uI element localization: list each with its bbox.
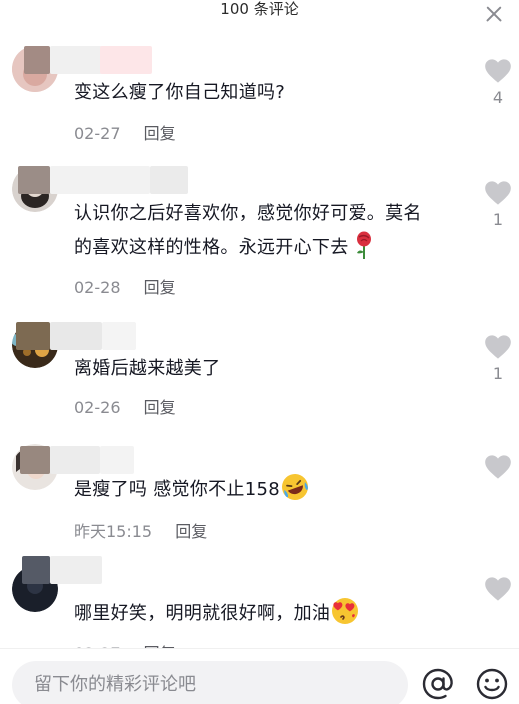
username-mask <box>18 166 50 194</box>
rofl-emoji <box>281 474 308 500</box>
like-control: 4 <box>481 58 515 107</box>
comment-text: 哪里好笑，明明就很好啊，加油 <box>74 596 464 630</box>
username-mask <box>102 322 136 350</box>
like-count: 1 <box>492 364 504 383</box>
username-mask <box>100 446 134 474</box>
comment-meta: 02-26 回复 <box>74 394 176 418</box>
comment-date: 02-26 <box>74 398 121 417</box>
username-mask <box>22 556 50 584</box>
emoji-picker-icon[interactable] <box>475 667 509 701</box>
comment-text: 变这么瘦了你自己知道吗? <box>74 82 286 103</box>
username-mask <box>20 446 50 474</box>
comment-text: 是瘦了吗 感觉你不止158 <box>74 472 464 506</box>
comment-text-line: 认识你之后好喜欢你，感觉你好可爱。莫名 <box>74 203 422 224</box>
at-mention-icon[interactable] <box>421 667 455 701</box>
like-control <box>481 576 515 606</box>
username-mask <box>16 322 50 350</box>
comment-text: 认识你之后好喜欢你，感觉你好可爱。莫名 的喜欢这样的性格。永远开心下去 <box>74 197 474 264</box>
comments-panel: 100 条评论 变这么瘦了你自己知道吗? 02-27 回复 4 认识你之后好喜欢… <box>0 0 519 704</box>
username-mask <box>50 556 102 584</box>
comment-date: 02-28 <box>74 278 121 297</box>
reply-button[interactable]: 回复 <box>175 518 207 542</box>
like-control: 1 <box>481 334 515 383</box>
comment-text-part: 哪里好笑，明明就很好啊，加油 <box>74 603 331 624</box>
username-mask <box>100 46 152 74</box>
reply-button[interactable]: 回复 <box>144 394 176 418</box>
comment-text: 离婚后越来越美了 <box>74 358 221 379</box>
like-control <box>481 454 515 484</box>
heart-icon[interactable] <box>484 576 512 602</box>
username-mask <box>24 46 50 74</box>
reply-button[interactable]: 回复 <box>144 274 176 298</box>
comment-count-title: 100 条评论 <box>220 0 299 18</box>
comment-text-part: 是瘦了吗 感觉你不止158 <box>74 479 280 500</box>
comment-meta: 02-27 回复 <box>74 120 176 144</box>
close-icon[interactable] <box>482 2 506 26</box>
rose-emoji <box>356 231 371 259</box>
heart-icon[interactable] <box>484 454 512 480</box>
reply-button[interactable]: 回复 <box>144 120 176 144</box>
comment-date: 02-27 <box>74 124 121 143</box>
username-mask <box>50 46 102 74</box>
username-mask <box>150 166 188 194</box>
comment-input-bar: 留下你的精彩评论吧 <box>0 648 519 704</box>
username-mask <box>50 166 150 194</box>
comment-text-line: 的喜欢这样的性格。永远开心下去 <box>74 230 474 264</box>
comments-header: 100 条评论 <box>0 0 519 24</box>
like-control: 1 <box>481 180 515 229</box>
heart-icon[interactable] <box>484 58 512 84</box>
comment-date: 昨天15:15 <box>74 522 153 541</box>
heart-eyes-emoji <box>332 598 359 624</box>
heart-icon[interactable] <box>484 180 512 206</box>
comment-text-part: 的喜欢这样的性格。永远开心下去 <box>74 237 349 258</box>
comment-input[interactable]: 留下你的精彩评论吧 <box>12 661 408 704</box>
heart-icon[interactable] <box>484 334 512 360</box>
username-mask <box>50 322 102 350</box>
comment-meta: 02-28 回复 <box>74 274 176 298</box>
like-count: 1 <box>492 210 504 229</box>
username-mask <box>50 446 100 474</box>
comment-meta: 昨天15:15 回复 <box>74 518 207 542</box>
like-count: 4 <box>492 88 504 107</box>
